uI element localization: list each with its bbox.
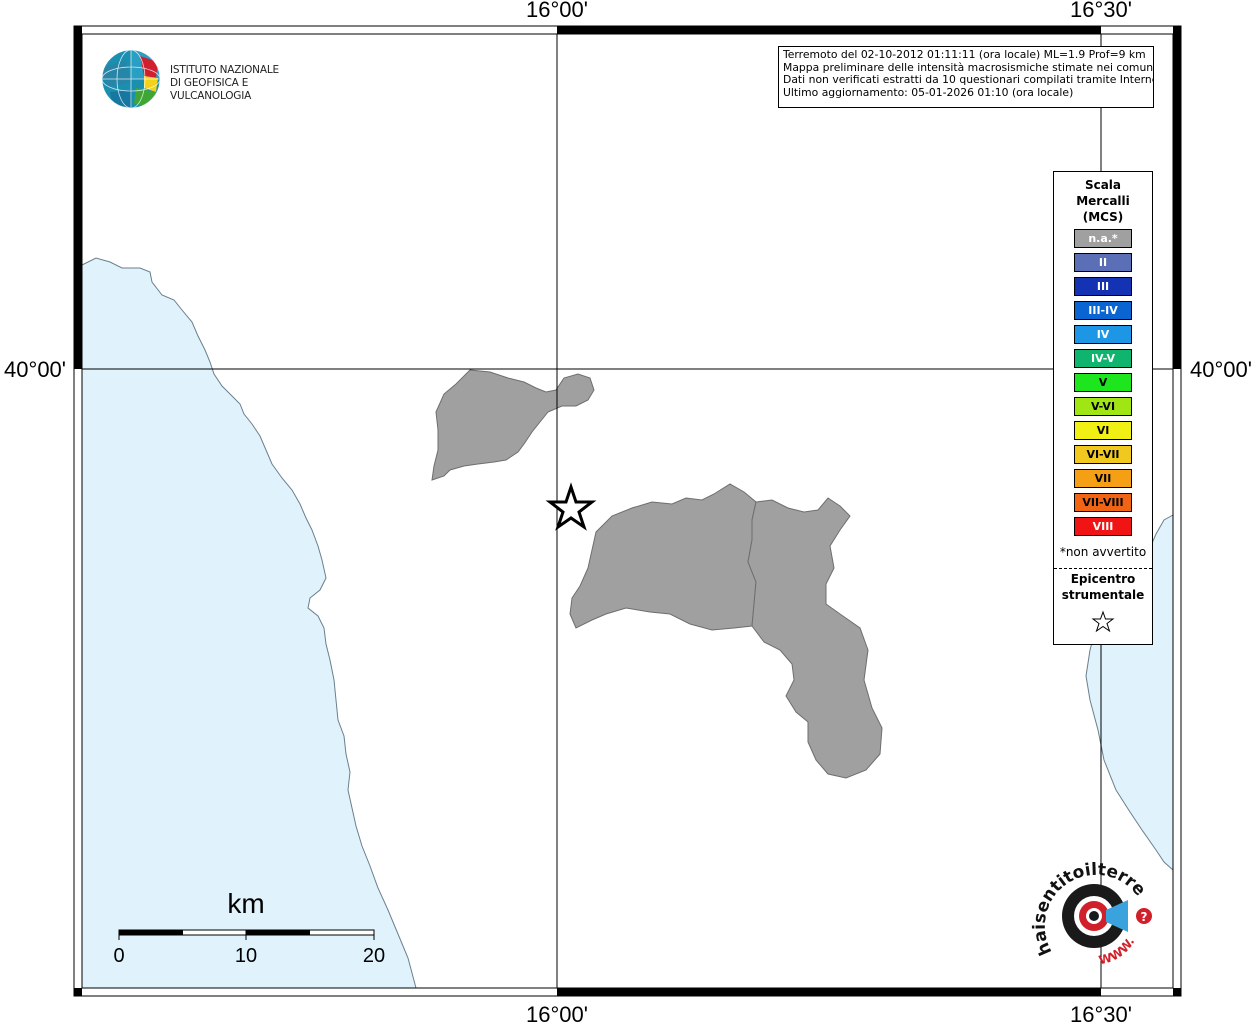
coord-right: 40°00'	[1190, 357, 1252, 382]
legend-swatch: IV-V	[1074, 349, 1132, 368]
haisentito-logo: haisentitoilterremoto.it WWW. ?	[1021, 845, 1160, 980]
event-info-line3: Dati non verificati estratti da 10 quest…	[783, 73, 1154, 87]
frame-bar-top	[557, 26, 1101, 34]
legend-star-icon	[1091, 610, 1115, 633]
legend-swatch: VIII	[1074, 517, 1132, 536]
event-info-line1: Terremoto del 02-10-2012 01:11:11 (ora l…	[783, 48, 1146, 61]
legend-swatch: III	[1074, 277, 1132, 296]
event-info-line4: Ultimo aggiornamento: 05-01-2026 01:10 (…	[783, 85, 1074, 99]
ingv-logo: ISTITUTO NAZIONALE DI GEOFISICA E VULCAN…	[100, 48, 320, 110]
legend-epicenter-line1: Epicentro	[1070, 572, 1136, 586]
legend-title-line2: Mercalli	[1076, 194, 1130, 208]
scale-tick-20: 20	[363, 945, 385, 967]
legend-note: *non avvertito	[1059, 545, 1147, 559]
legend-swatch: II	[1074, 253, 1132, 272]
globe-icon	[101, 49, 161, 109]
coord-bottom-right: 16°30'	[1070, 1002, 1132, 1024]
legend-title-line3: (MCS)	[1082, 210, 1124, 224]
legend-swatch: V-VI	[1074, 397, 1132, 416]
frame-bar-left	[74, 34, 82, 369]
frame-bar-right	[1173, 34, 1181, 369]
svg-text:?: ?	[1141, 910, 1148, 924]
mcs-legend: Scala Mercalli (MCS) n.a.* II III III-IV IV I…	[1053, 171, 1153, 645]
ingv-name-line1: ISTITUTO NAZIONALE	[170, 64, 279, 76]
event-info-box: Terremoto del 02-10-2012 01:11:11 (ora l…	[778, 46, 1154, 108]
legend-swatch: n.a.*	[1074, 229, 1132, 248]
ingv-name-line2: DI GEOFISICA E VULCANOLOGIA	[170, 77, 252, 102]
coord-top-left: 16°00'	[526, 0, 588, 22]
legend-swatch: VI-VII	[1074, 445, 1132, 464]
legend-title-line1: Scala	[1084, 178, 1122, 192]
legend-divider	[1054, 568, 1152, 569]
coord-top-right: 16°30'	[1070, 0, 1132, 22]
scale-tick-0: 0	[113, 945, 124, 967]
legend-title: Scala Mercalli (MCS)	[1054, 177, 1152, 225]
legend-epicenter-line2: strumentale	[1061, 588, 1145, 602]
coord-bottom-left: 16°00'	[526, 1002, 588, 1024]
legend-swatch: VII-VIII	[1074, 493, 1132, 512]
scale-unit: km	[227, 888, 264, 919]
legend-epicenter-label: Epicentro strumentale	[1054, 571, 1152, 603]
legend-swatch: V	[1074, 373, 1132, 392]
frame-bar-bottom	[557, 988, 1101, 996]
coord-left: 40°00'	[4, 357, 66, 382]
legend-swatch: III-IV	[1074, 301, 1132, 320]
scale-tick-10: 10	[235, 945, 257, 967]
legend-swatch: VI	[1074, 421, 1132, 440]
legend-swatch: IV	[1074, 325, 1132, 344]
legend-swatch: VII	[1074, 469, 1132, 488]
